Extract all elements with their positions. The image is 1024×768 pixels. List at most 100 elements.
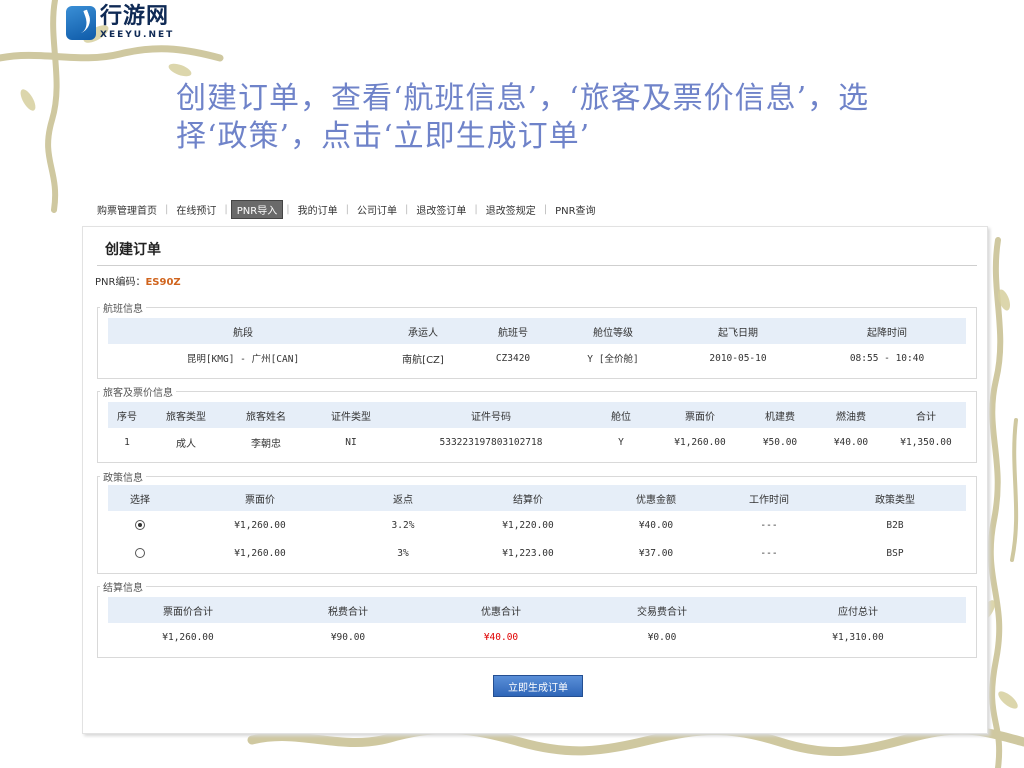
table-row: 1 成人 李朝忠 NI 533223197803102718 Y ¥1,260.…: [108, 428, 966, 456]
table-header-row: 航段 承运人 航班号 舱位等级 起飞日期 起降时间: [108, 318, 966, 344]
column-header: 应付总计: [750, 597, 966, 623]
policy-select-cell: [108, 539, 172, 567]
table-cell: ¥40.00: [833, 436, 869, 448]
create-order-panel: 创建订单 PNR编码：ES90Z 航班信息 航段 承运人 航班号 舱位等级 起飞…: [82, 226, 988, 734]
table-cell: 3%: [397, 547, 409, 559]
column-header: 票面价: [172, 485, 348, 511]
table-cell: ¥1,260.00: [234, 519, 286, 531]
nav-separator: |: [404, 203, 409, 215]
column-header: 优惠合计: [428, 597, 574, 623]
table-cell: NI: [345, 436, 357, 448]
policy-info-section: 政策信息 选择 票面价 返点 结算价 优惠金额 工作时间 政策类型 ¥1,260…: [97, 469, 977, 574]
table-cell: 昆明[KMG] - 广州[CAN]: [186, 354, 300, 365]
column-header: 承运人: [378, 318, 468, 344]
column-header: 政策类型: [824, 485, 966, 511]
nav-item-pnr-query[interactable]: PNR查询: [550, 201, 600, 218]
nav-item-pnr-import[interactable]: PNR导入: [230, 199, 284, 219]
logo-name-cn: 行游网: [100, 4, 170, 29]
column-header: 优惠金额: [598, 485, 714, 511]
nav-separator: |: [286, 203, 290, 215]
column-header: 机建费: [744, 402, 816, 428]
table-header-row: 序号 旅客类型 旅客姓名 证件类型 证件号码 舱位 票面价 机建费 燃油费 合计: [108, 402, 966, 428]
column-header: 舱位等级: [558, 318, 668, 344]
generate-order-button[interactable]: 立即生成订单: [493, 675, 583, 697]
policy-radio-bsp[interactable]: [135, 548, 145, 558]
policy-radio-b2b[interactable]: [135, 520, 145, 530]
table-cell: Y: [618, 436, 624, 448]
column-header: 燃油费: [816, 402, 886, 428]
nav-separator: |: [165, 203, 169, 215]
column-header: 旅客姓名: [226, 402, 306, 428]
nav-item-company-orders[interactable]: 公司订单: [352, 201, 402, 218]
settlement-legend: 结算信息: [100, 579, 146, 594]
column-header: 返点: [348, 485, 458, 511]
column-header: 证件号码: [396, 402, 586, 428]
table-cell: Y [全价舱]: [587, 354, 639, 365]
column-header: 选择: [108, 485, 172, 511]
table-cell: 2010-05-10: [709, 352, 767, 364]
table-cell: CZ3420: [495, 352, 531, 364]
tax-total-value: ¥90.00: [330, 631, 366, 643]
table-row[interactable]: ¥1,260.00 3.2% ¥1,220.00 ¥40.00 --- B2B: [108, 511, 966, 539]
nav-item-my-orders[interactable]: 我的订单: [293, 201, 343, 218]
nav-item-refund-rules[interactable]: 退改签规定: [481, 201, 541, 218]
table-cell: 08:55 - 10:40: [849, 352, 925, 364]
column-header: 交易费合计: [574, 597, 750, 623]
panel-title: 创建订单: [105, 242, 161, 258]
policy-info-table: 选择 票面价 返点 结算价 优惠金额 工作时间 政策类型 ¥1,260.00 3…: [108, 485, 966, 567]
policy-select-cell: [108, 511, 172, 539]
site-logo: 行游网 XEEYU.NET: [66, 6, 174, 40]
column-header: 起降时间: [808, 318, 966, 344]
nav-separator: |: [543, 203, 548, 215]
table-cell: 李朝忠: [251, 438, 281, 450]
flight-info-legend: 航班信息: [100, 300, 146, 315]
nav-separator: |: [224, 203, 228, 215]
table-cell: 南航[CZ]: [402, 354, 444, 366]
table-cell: ¥1,350.00: [900, 436, 952, 448]
table-row: ¥1,260.00 ¥90.00 ¥40.00 ¥0.00 ¥1,310.00: [108, 623, 966, 651]
table-cell: ¥1,223.00: [502, 547, 554, 559]
table-cell: B2B: [886, 519, 904, 531]
column-header: 舱位: [586, 402, 656, 428]
column-header: 旅客类型: [146, 402, 226, 428]
logo-icon: [66, 6, 96, 40]
top-navigation: 购票管理首页 | 在线预订 | PNR导入 | 我的订单 | 公司订单 | 退改…: [92, 199, 601, 219]
column-header: 工作时间: [714, 485, 824, 511]
column-header: 合计: [886, 402, 966, 428]
table-cell: ---: [760, 547, 778, 559]
flight-info-section: 航班信息 航段 承运人 航班号 舱位等级 起飞日期 起降时间 昆明[KMG] -…: [97, 300, 977, 379]
table-cell: ¥1,220.00: [502, 519, 554, 531]
fee-total-value: ¥0.00: [647, 631, 677, 643]
column-header: 票面价合计: [108, 597, 268, 623]
table-cell: ¥40.00: [638, 519, 674, 531]
column-header: 序号: [108, 402, 146, 428]
column-header: 航段: [108, 318, 378, 344]
passenger-fare-section: 旅客及票价信息 序号 旅客类型 旅客姓名 证件类型 证件号码 舱位 票面价 机建…: [97, 384, 977, 463]
table-row[interactable]: ¥1,260.00 3% ¥1,223.00 ¥37.00 --- BSP: [108, 539, 966, 567]
column-header: 结算价: [458, 485, 598, 511]
table-cell: ¥1,260.00: [234, 547, 286, 559]
discount-total-value: ¥40.00: [483, 631, 519, 643]
table-header-row: 选择 票面价 返点 结算价 优惠金额 工作时间 政策类型: [108, 485, 966, 511]
column-header: 证件类型: [306, 402, 396, 428]
column-header: 税费合计: [268, 597, 428, 623]
passenger-fare-legend: 旅客及票价信息: [100, 384, 176, 399]
table-cell: 成人: [176, 438, 196, 450]
table-cell: ¥37.00: [638, 547, 674, 559]
slide-title: 创建订单，查看‘航班信息’，‘旅客及票价信息’，选择‘政策’，点击‘立即生成订单…: [176, 81, 870, 154]
nav-item-refund-orders[interactable]: 退改签订单: [411, 201, 471, 218]
table-cell: BSP: [886, 547, 904, 559]
logo-name-en: XEEYU.NET: [100, 30, 175, 40]
column-header: 航班号: [468, 318, 558, 344]
payable-total-value: ¥1,310.00: [832, 631, 884, 643]
nav-item-home[interactable]: 购票管理首页: [92, 201, 162, 218]
table-cell: ¥1,260.00: [674, 436, 726, 448]
ticket-total-value: ¥1,260.00: [162, 631, 214, 643]
table-cell: ¥50.00: [762, 436, 798, 448]
nav-separator: |: [474, 203, 478, 215]
settlement-table: 票面价合计 税费合计 优惠合计 交易费合计 应付总计 ¥1,260.00 ¥90…: [108, 597, 966, 651]
nav-item-online-booking[interactable]: 在线预订: [171, 201, 221, 218]
flight-info-table: 航段 承运人 航班号 舱位等级 起飞日期 起降时间 昆明[KMG] - 广州[C…: [108, 318, 966, 372]
column-header: 票面价: [656, 402, 744, 428]
divider: [97, 265, 977, 266]
